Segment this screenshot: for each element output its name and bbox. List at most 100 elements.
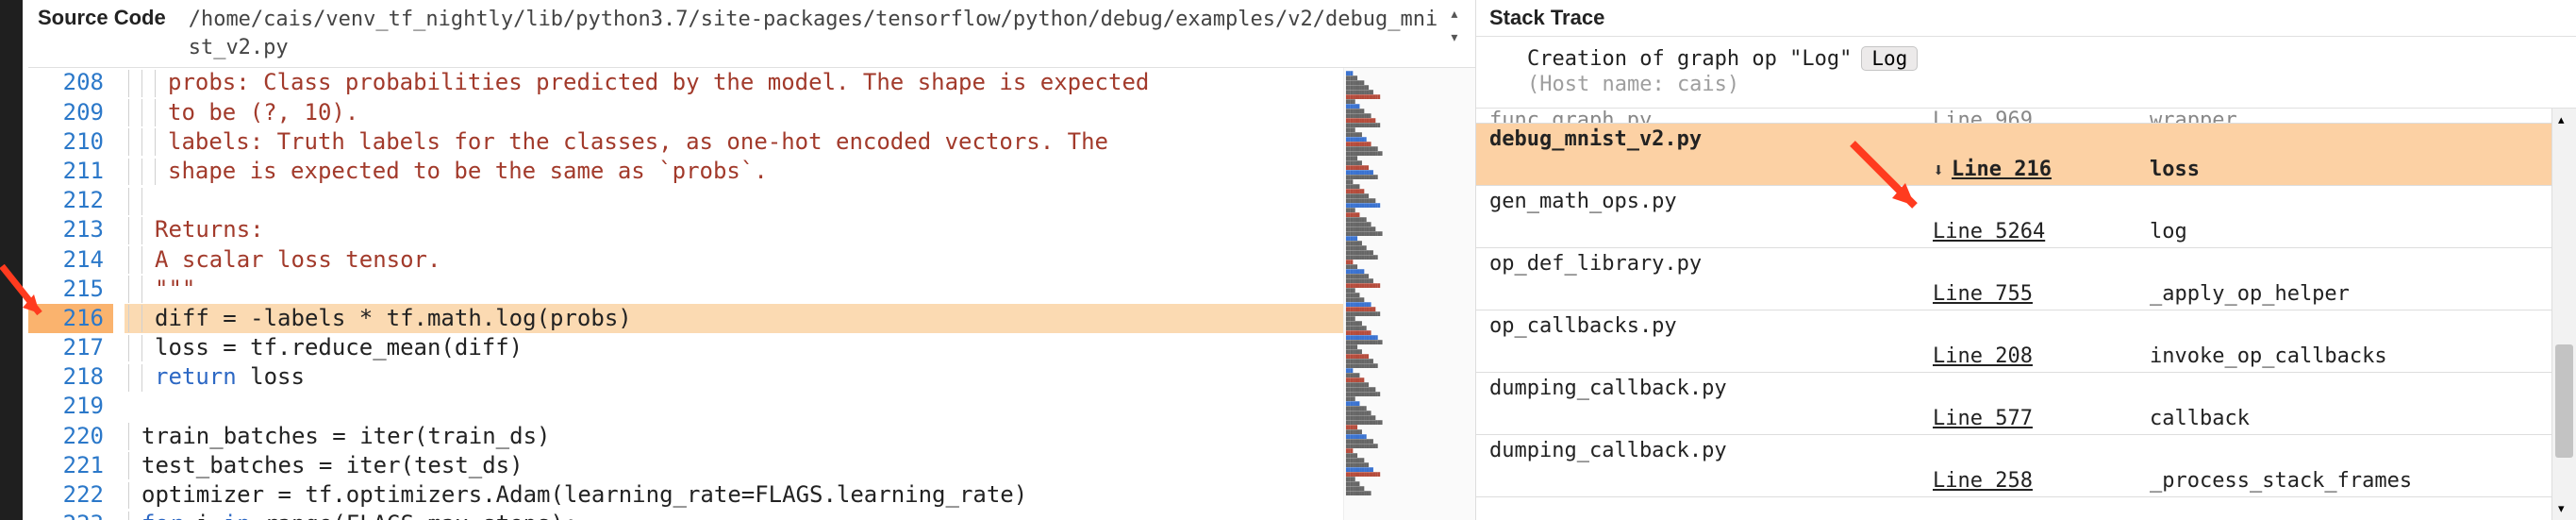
code-text: A scalar loss tensor.	[125, 245, 1343, 275]
stack-line-link[interactable]: Line 5264	[1933, 220, 2045, 243]
stack-frame-line-row[interactable]: ⬇ Line 216 loss	[1476, 154, 2551, 186]
stack-line-link[interactable]: Line 755	[1933, 282, 2033, 306]
source-body: 208 probs: Class probabilities predicted …	[28, 68, 1475, 520]
stack-header: Stack Trace	[1476, 0, 2576, 37]
stack-line-link[interactable]: Line 258	[1933, 469, 2033, 493]
code-line[interactable]: 217 loss = tf.reduce_mean(diff)	[28, 333, 1343, 362]
stack-frame-file-row[interactable]: gen_math_ops.py	[1476, 186, 2551, 216]
stack-file: gen_math_ops.py	[1489, 190, 1933, 213]
scroll-down-icon[interactable]: ▾	[1451, 29, 1457, 45]
minimap[interactable]: ████████████████████████████████████████…	[1343, 68, 1475, 520]
stack-line-link[interactable]: Line 969	[1933, 109, 2033, 124]
code-line[interactable]: 214 A scalar loss tensor.	[28, 245, 1343, 275]
code-line[interactable]: 223 for i in range(FLAGS.max_steps):	[28, 510, 1343, 520]
code-text: train_batches = iter(train_ds)	[125, 422, 1343, 451]
gutter-line-number[interactable]: 215	[28, 275, 113, 304]
gutter-line-number[interactable]: 212	[28, 186, 113, 215]
stack-frame-line-row[interactable]: Line 755 _apply_op_helper	[1476, 278, 2551, 310]
code-line[interactable]: 213 Returns:	[28, 215, 1343, 244]
code-text: Returns:	[125, 215, 1343, 244]
scroll-down-icon[interactable]: ▾	[2558, 501, 2565, 516]
gutter-line-number[interactable]: 209	[28, 98, 113, 127]
stack-title: Stack Trace	[1489, 6, 1627, 30]
stack-frame-file-row[interactable]: dumping_callback.py	[1476, 435, 2551, 465]
source-title: Source Code	[38, 6, 189, 30]
code-text: optimizer = tf.optimizers.Adam(learning_…	[125, 480, 1343, 510]
stack-frame-line-row[interactable]: Line 258 _process_stack_frames	[1476, 465, 2551, 497]
gutter-line-number[interactable]: 223	[28, 510, 113, 520]
code-line[interactable]: 211 shape is expected to be the same as `…	[28, 157, 1343, 186]
download-icon[interactable]: ⬇	[1933, 159, 1944, 181]
stack-fn: _process_stack_frames	[2121, 469, 2551, 493]
stack-frame-file-row[interactable]: debug_mnist_v2.py	[1476, 124, 2551, 154]
gutter-line-number[interactable]: 211	[28, 157, 113, 186]
code-line[interactable]: 212	[28, 186, 1343, 215]
code-line[interactable]: 221 test_batches = iter(test_ds)	[28, 451, 1343, 480]
gutter-line-number[interactable]: 222	[28, 480, 113, 510]
gutter-line-number[interactable]: 208	[28, 68, 113, 97]
code-text: test_batches = iter(test_ds)	[125, 451, 1343, 480]
stack-line-link[interactable]: Line 208	[1933, 344, 2033, 368]
stack-fn: loss	[2121, 158, 2551, 181]
code-text: shape is expected to be the same as `pro…	[125, 157, 1343, 186]
window-left-edge	[0, 0, 23, 520]
gutter-line-number[interactable]: 221	[28, 451, 113, 480]
stack-file: dumping_callback.py	[1489, 439, 1933, 462]
code-line[interactable]: 220 train_batches = iter(train_ds)	[28, 422, 1343, 451]
stack-fn: log	[2121, 220, 2551, 243]
gutter-line-number[interactable]: 220	[28, 422, 113, 451]
stack-frame-file-row[interactable]: dumping_callback.py	[1476, 373, 2551, 403]
code-line[interactable]: 210labels: Truth labels for the classes,…	[28, 127, 1343, 157]
code-text: return loss	[125, 362, 1343, 392]
stack-fn: callback	[2121, 407, 2551, 430]
stack-frame-line-row[interactable]: Line 5264 log	[1476, 216, 2551, 248]
scroll-up-icon[interactable]: ▴	[1451, 6, 1457, 22]
code-text: diff = -labels * tf.math.log(probs)	[125, 304, 1343, 333]
trace-creation-line: Creation of graph op "Log" Log	[1527, 46, 2576, 71]
source-code-panel: Source Code /home/cais/venv_tf_nightly/l…	[28, 0, 1476, 520]
stack-frame-partial[interactable]: func_graph.pyLine 969 wrapper	[1476, 109, 2551, 124]
stack-file: dumping_callback.py	[1489, 377, 1933, 400]
code-line[interactable]: 209 to be (?, 10).	[28, 98, 1343, 127]
gutter-line-number[interactable]: 210	[28, 127, 113, 157]
gutter-line-number[interactable]: 216	[28, 304, 113, 333]
code-text: """	[125, 275, 1343, 304]
trace-creation-text: Creation of graph op "Log"	[1527, 47, 1852, 71]
gutter-line-number[interactable]: 219	[28, 392, 113, 421]
code-viewer[interactable]: 208 probs: Class probabilities predicted …	[28, 68, 1343, 520]
stack-frame-line-row[interactable]: Line 208 invoke_op_callbacks	[1476, 341, 2551, 373]
stack-frame-file-row[interactable]: op_callbacks.py	[1476, 310, 2551, 341]
code-text: to be (?, 10).	[125, 98, 1343, 127]
code-text: loss = tf.reduce_mean(diff)	[125, 333, 1343, 362]
log-button[interactable]: Log	[1861, 46, 1918, 71]
trace-host-line: (Host name: cais)	[1527, 73, 2576, 96]
stack-file: debug_mnist_v2.py	[1489, 127, 1933, 151]
stack-scrollbar[interactable]: ▴ ▾	[2551, 109, 2576, 520]
stack-fn: _apply_op_helper	[2121, 282, 2551, 306]
gutter-line-number[interactable]: 213	[28, 215, 113, 244]
source-file-path: /home/cais/venv_tf_nightly/lib/python3.7…	[189, 6, 1443, 61]
code-line[interactable]: 215 """	[28, 275, 1343, 304]
stack-fn: wrapper	[2121, 109, 2551, 124]
stack-frame-file-row[interactable]: op_def_library.py	[1476, 248, 2551, 278]
code-text: for i in range(FLAGS.max_steps):	[125, 510, 1343, 520]
code-line[interactable]: 219	[28, 392, 1343, 421]
stack-line-link[interactable]: Line 577	[1933, 407, 2033, 430]
stack-trace-panel: Stack Trace Creation of graph op "Log" L…	[1476, 0, 2576, 520]
source-scroll-buttons: ▴ ▾	[1443, 6, 1466, 45]
code-line[interactable]: 208 probs: Class probabilities predicted …	[28, 68, 1343, 97]
stack-file: func_graph.py	[1489, 109, 1933, 124]
gutter-line-number[interactable]: 218	[28, 362, 113, 392]
gutter-line-number[interactable]: 217	[28, 333, 113, 362]
code-line[interactable]: 216 diff = -labels * tf.math.log(probs)	[28, 304, 1343, 333]
code-line[interactable]: 218 return loss	[28, 362, 1343, 392]
stack-frame-line-row[interactable]: Line 577 callback	[1476, 403, 2551, 435]
code-text: probs: Class probabilities predicted by …	[125, 68, 1343, 97]
stack-line-link[interactable]: Line 216	[1952, 158, 2052, 181]
stack-fn: invoke_op_callbacks	[2121, 344, 2551, 368]
gutter-line-number[interactable]: 214	[28, 245, 113, 275]
code-line[interactable]: 222 optimizer = tf.optimizers.Adam(learni…	[28, 480, 1343, 510]
scroll-up-icon[interactable]: ▴	[2558, 112, 2565, 127]
stack-file: op_callbacks.py	[1489, 314, 1933, 338]
scrollbar-thumb[interactable]	[2555, 344, 2573, 458]
